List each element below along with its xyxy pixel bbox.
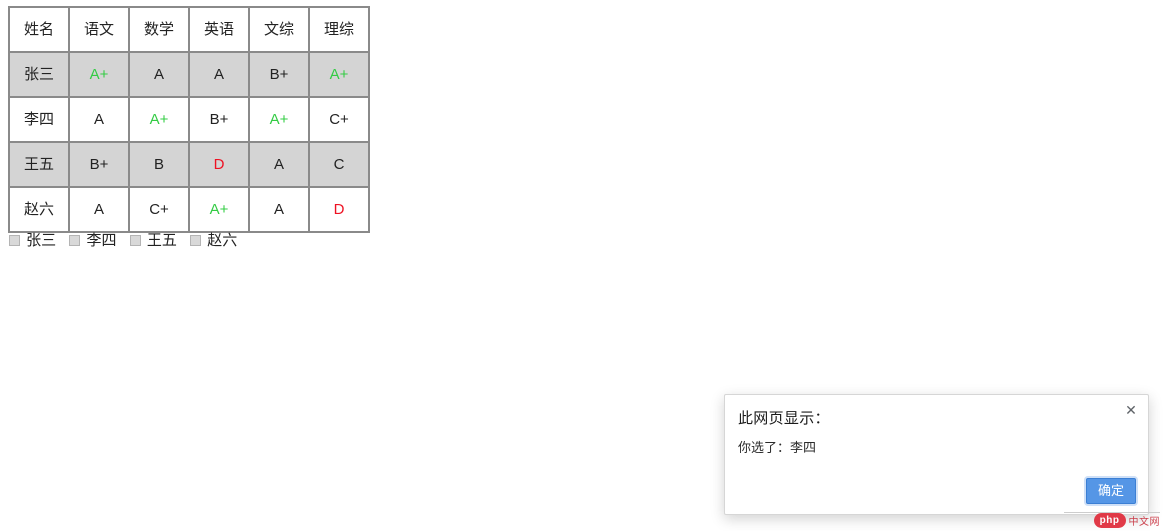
- grade-table-body: 张三 A+ A A B+ A+ 李四 A A+ B+ A+ C+ 王五 B+ B…: [10, 53, 370, 233]
- cell-grade-sciences: C+: [310, 98, 370, 143]
- cell-grade-sciences: D: [310, 188, 370, 233]
- checkbox-lisi[interactable]: [69, 235, 81, 246]
- alert-dialog: 此网页显示： 你选了：李四 ✕ 确定: [724, 394, 1149, 515]
- grade-table-head: 姓名 语文 数学 英语 文综 理综: [10, 8, 370, 53]
- cell-grade-liberal-arts: B+: [250, 53, 310, 98]
- cell-student-name: 赵六: [10, 188, 70, 233]
- confirm-button[interactable]: 确定: [1085, 478, 1136, 504]
- cell-grade-chinese: A: [70, 188, 130, 233]
- cell-grade-english: B+: [190, 98, 250, 143]
- grade-table-container: 姓名 语文 数学 英语 文综 理综 张三 A+ A A B+ A+ 李四 A A…: [8, 6, 370, 233]
- column-header-english: 英语: [190, 8, 250, 53]
- watermark-badge: php: [1093, 512, 1126, 528]
- close-icon[interactable]: ✕: [1122, 401, 1140, 419]
- cell-grade-liberal-arts: A+: [250, 98, 310, 143]
- checkbox-item-zhaoliu[interactable]: 赵六: [190, 229, 237, 250]
- column-header-chinese: 语文: [70, 8, 130, 53]
- table-row: 李四 A A+ B+ A+ C+: [10, 98, 370, 143]
- cell-grade-math: A+: [130, 98, 190, 143]
- cell-grade-sciences: C: [310, 143, 370, 188]
- checkbox-zhangsan[interactable]: [9, 235, 20, 246]
- cell-grade-liberal-arts: A: [250, 188, 310, 233]
- cell-student-name: 王五: [10, 143, 70, 188]
- column-header-math: 数学: [130, 8, 190, 53]
- cell-grade-math: C+: [130, 188, 190, 233]
- column-header-liberal-arts: 文综: [250, 8, 310, 53]
- column-header-name: 姓名: [10, 8, 70, 53]
- cell-grade-english: A: [190, 53, 250, 98]
- table-header-row: 姓名 语文 数学 英语 文综 理综: [10, 8, 370, 53]
- student-checkbox-group: 张三 李四 王五 赵六: [9, 229, 246, 250]
- cell-grade-chinese: A+: [70, 53, 130, 98]
- cell-grade-liberal-arts: A: [250, 143, 310, 188]
- checkbox-wangwu[interactable]: [129, 235, 141, 246]
- checkbox-label-wangwu: 王五: [146, 232, 177, 249]
- watermark: php 中文网: [1064, 512, 1160, 528]
- dialog-title: 此网页显示：: [738, 410, 830, 427]
- cell-grade-english: D: [190, 143, 250, 188]
- checkbox-item-lisi[interactable]: 李四: [69, 229, 117, 250]
- cell-student-name: 李四: [10, 98, 70, 143]
- table-row: 王五 B+ B D A C: [10, 143, 370, 188]
- checkbox-label-zhaoliu: 赵六: [207, 232, 238, 249]
- checkbox-label-zhangsan: 张三: [26, 232, 57, 249]
- cell-grade-chinese: B+: [70, 143, 130, 188]
- column-header-sciences: 理综: [310, 8, 370, 53]
- table-row: 赵六 A C+ A+ A D: [10, 188, 370, 233]
- checkbox-label-lisi: 李四: [86, 232, 117, 249]
- cell-grade-chinese: A: [70, 98, 130, 143]
- checkbox-item-zhangsan[interactable]: 张三: [9, 229, 56, 250]
- cell-grade-math: B: [130, 143, 190, 188]
- cell-grade-english: A+: [190, 188, 250, 233]
- watermark-rule: [1064, 512, 1160, 513]
- cell-student-name: 张三: [10, 53, 70, 98]
- checkbox-item-wangwu[interactable]: 王五: [129, 229, 177, 250]
- watermark-text: 中文网: [1128, 516, 1160, 528]
- grade-table: 姓名 语文 数学 英语 文综 理综 张三 A+ A A B+ A+ 李四 A A…: [8, 6, 370, 233]
- cell-grade-sciences: A+: [310, 53, 370, 98]
- cell-grade-math: A: [130, 53, 190, 98]
- table-row: 张三 A+ A A B+ A+: [10, 53, 370, 98]
- checkbox-zhaoliu[interactable]: [190, 235, 202, 246]
- dialog-message: 你选了：李四: [738, 440, 817, 455]
